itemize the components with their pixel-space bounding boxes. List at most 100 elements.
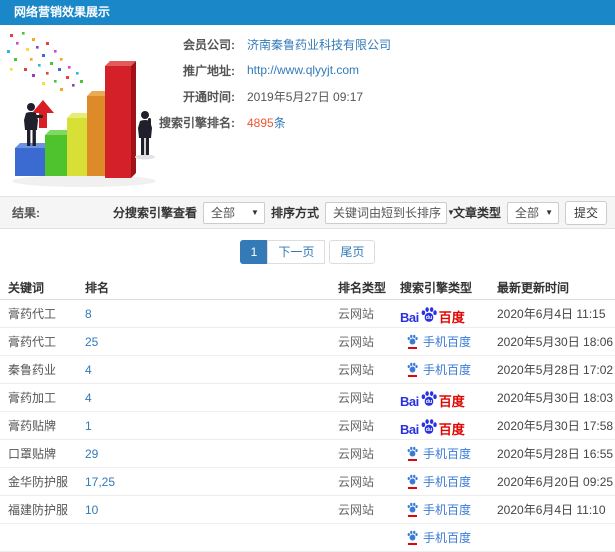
svg-text:du: du	[426, 398, 432, 404]
article-type-select[interactable]: 全部 ▼	[506, 201, 559, 224]
table-header-row: 关键词 排名 排名类型 搜索引擎类型 最新更新时间	[0, 275, 615, 300]
filter-bar: 结果: 分搜索引擎查看 全部 ▼ 排序方式 关键词由短到长排序 ▼ 文章类型 全…	[0, 196, 615, 229]
rank-type-cell: 云网站	[338, 307, 375, 321]
baidu-mobile-logo: 手机百度	[406, 529, 471, 546]
baidu-mobile-underline	[408, 459, 417, 461]
rank-link[interactable]: 4	[85, 363, 92, 377]
bar-blue	[15, 143, 50, 176]
updated-time-cell: 2020年6月4日 11:10	[497, 503, 606, 517]
baidu-mobile-label: 手机百度	[423, 447, 472, 461]
sort-select[interactable]: 关键词由短到长排序 ▼	[324, 201, 455, 224]
rank-type-cell: 云网站	[338, 475, 375, 489]
header-keyword: 关键词	[8, 280, 45, 295]
baidu-mobile-underline	[408, 543, 417, 545]
rank-link[interactable]: 4	[85, 391, 92, 405]
baidu-logo-cn: 百度	[438, 421, 465, 437]
info-row-company: 会员公司: 济南秦鲁药业科技有限公司	[0, 36, 480, 52]
rank-link[interactable]: 17,25	[85, 475, 115, 489]
rank-type-cell: 云网站	[338, 391, 375, 405]
table-row: 膏药加工 4 云网站 Bai du 百度 2020年5月30日 18:03	[0, 384, 615, 412]
table-row: 膏药代工 8 云网站 Bai du 百度 2020年6月4日 11:15	[0, 300, 615, 328]
table-row: 膏药代工 25 云网站 手机百度 2020年5月30日 18:06	[0, 328, 615, 356]
header-rank: 排名	[85, 280, 110, 295]
updated-time-cell: 2020年5月30日 18:06	[497, 335, 614, 349]
updated-time-cell: 2020年5月30日 17:58	[497, 419, 614, 433]
rank-link[interactable]: 1	[85, 419, 92, 433]
rank-type-cell: 云网站	[338, 363, 375, 377]
rank-type-cell: 云网站	[338, 447, 375, 461]
article-type-label: 文章类型	[452, 206, 501, 220]
promo-url-link[interactable]: http://www.qlyyjt.com	[247, 63, 359, 77]
updated-time-cell: 2020年6月20日 09:25	[497, 475, 614, 489]
baidu-logo: Bai du 百度	[400, 304, 465, 324]
keyword-cell: 膏药代工	[8, 335, 57, 349]
baidu-mobile-label: 手机百度	[423, 475, 472, 489]
header-rank-type: 排名类型	[338, 280, 387, 295]
chevron-down-icon: ▼	[545, 208, 553, 217]
rank-link[interactable]: 25	[85, 335, 98, 349]
table-row: 秦鲁药业 4 云网站 手机百度 2020年5月28日 17:02	[0, 356, 615, 384]
svg-text:du: du	[426, 426, 432, 432]
rank-count-suffix: 条	[273, 115, 286, 130]
open-time-label: 开通时间:	[183, 89, 235, 104]
baidu-paw-icon: du	[421, 390, 437, 406]
filter-controls: 分搜索引擎查看 全部 ▼ 排序方式 关键词由短到长排序 ▼ 文章类型 全部 ▼ …	[112, 200, 607, 225]
keyword-cell: 福建防护服	[8, 503, 69, 517]
baidu-logo-bai: Bai	[400, 421, 419, 437]
baidu-mobile-logo: 手机百度	[406, 473, 471, 490]
last-page-button[interactable]: 尾页	[329, 240, 376, 264]
result-label: 结果:	[12, 206, 40, 220]
rank-link[interactable]: 10	[85, 503, 98, 517]
member-info: 会员公司: 济南秦鲁药业科技有限公司 推广地址: http://www.qlyy…	[0, 36, 480, 140]
search-engine-cell: 手机百度	[398, 473, 497, 490]
chevron-down-icon: ▼	[251, 208, 259, 217]
info-row-open-time: 开通时间: 2019年5月27日 09:17	[0, 88, 480, 104]
baidu-paw-icon	[407, 502, 418, 513]
sort-filter-label: 排序方式	[270, 206, 319, 220]
search-engine-cell: 手机百度	[398, 445, 497, 462]
engine-select-value: 全部	[210, 206, 235, 220]
baidu-paw-icon	[407, 362, 418, 373]
keyword-cell: 口罩贴牌	[8, 447, 57, 461]
search-engine-cell: Bai du 百度	[398, 388, 497, 408]
search-engine-cell: Bai du 百度	[398, 416, 497, 436]
baidu-mobile-underline	[408, 347, 417, 349]
engine-filter-label: 分搜索引擎查看	[112, 206, 197, 220]
titlebar: 网络营销效果展示	[0, 0, 615, 25]
info-row-url: 推广地址: http://www.qlyyjt.com	[0, 62, 480, 78]
header-engine-type: 搜索引擎类型	[400, 280, 473, 295]
table-row: 膏药贴牌 1 云网站 Bai du 百度 2020年5月30日 17:58	[0, 412, 615, 440]
search-engine-cell: Bai du 百度	[398, 304, 497, 324]
baidu-mobile-label: 手机百度	[423, 531, 472, 545]
rank-type-cell: 云网站	[338, 419, 375, 433]
baidu-paw-icon	[407, 446, 418, 457]
company-link[interactable]: 济南秦鲁药业科技有限公司	[247, 36, 391, 53]
rank-count-label: 搜索引擎排名:	[159, 115, 235, 130]
baidu-paw-icon	[407, 474, 418, 485]
baidu-mobile-underline	[408, 487, 417, 489]
updated-time-cell: 2020年5月28日 17:02	[497, 363, 614, 377]
rank-link[interactable]: 29	[85, 447, 98, 461]
company-label: 会员公司:	[183, 37, 235, 52]
keyword-cell: 膏药加工	[8, 391, 57, 405]
rank-link[interactable]: 8	[85, 307, 92, 321]
updated-time-cell: 2020年5月28日 16:55	[497, 447, 614, 461]
page-title: 网络营销效果展示	[14, 5, 111, 19]
baidu-mobile-underline	[408, 375, 417, 377]
baidu-paw-icon	[407, 530, 418, 541]
updated-time-cell: 2020年5月30日 18:03	[497, 391, 614, 405]
svg-text:du: du	[426, 314, 432, 320]
table-body: 膏药代工 8 云网站 Bai du 百度 2020年6月4日 11:15 膏药代工 …	[0, 300, 615, 552]
table-row-partial: 手机百度	[0, 524, 615, 552]
next-page-button[interactable]: 下一页	[267, 240, 326, 264]
baidu-paw-icon: du	[421, 306, 437, 322]
page-button-current[interactable]: 1	[239, 240, 269, 264]
baidu-mobile-logo: 手机百度	[406, 445, 471, 462]
submit-button[interactable]: 提交	[564, 200, 607, 225]
info-row-rank-count: 搜索引擎排名: 4895条	[0, 114, 480, 130]
engine-select[interactable]: 全部 ▼	[202, 201, 265, 224]
baidu-logo: Bai du 百度	[400, 388, 465, 408]
search-engine-cell: 手机百度	[398, 333, 497, 350]
baidu-mobile-logo: 手机百度	[406, 333, 471, 350]
baidu-mobile-label: 手机百度	[423, 363, 472, 377]
